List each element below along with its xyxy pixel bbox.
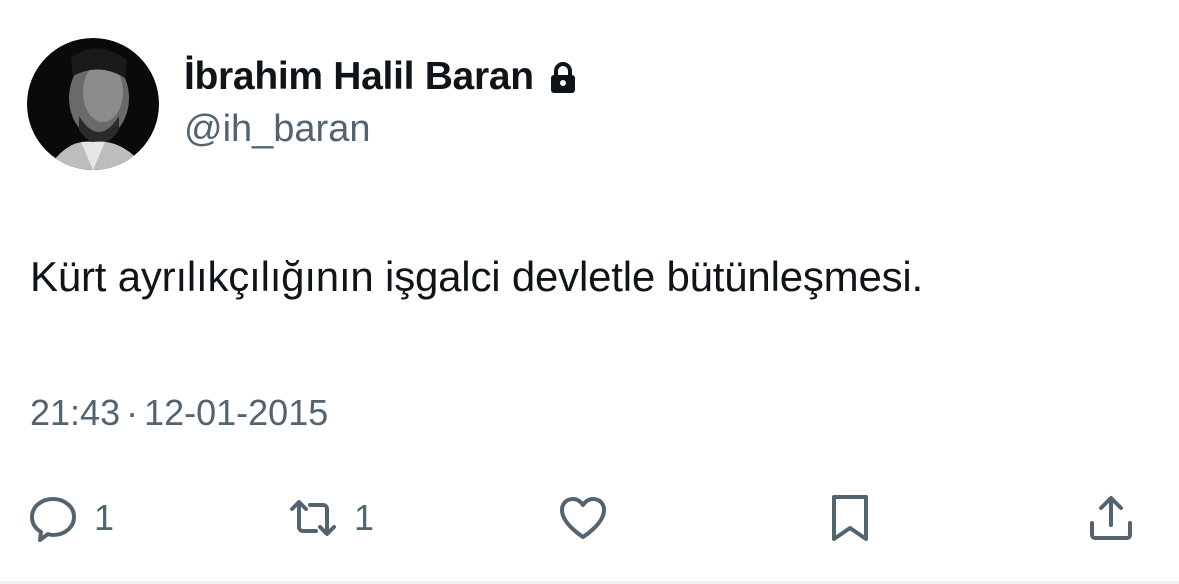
like-button[interactable] bbox=[556, 488, 610, 548]
avatar[interactable] bbox=[27, 38, 159, 170]
retweet-button[interactable]: 1 bbox=[286, 488, 374, 548]
retweet-icon bbox=[286, 491, 340, 545]
action-bar: 1 1 bbox=[0, 480, 1179, 552]
reply-count: 1 bbox=[94, 497, 115, 538]
reply-button[interactable]: 1 bbox=[26, 488, 114, 548]
bookmark-icon bbox=[823, 491, 877, 545]
tweet-time: 21:43 bbox=[30, 392, 121, 433]
author-handle[interactable]: @ih_baran bbox=[184, 108, 370, 151]
retweet-count: 1 bbox=[354, 497, 375, 538]
author-name-row: İbrahim Halil Baran bbox=[184, 53, 578, 101]
avatar-photo bbox=[27, 38, 159, 170]
reply-icon bbox=[26, 491, 80, 545]
heart-icon bbox=[556, 491, 610, 545]
lock-icon bbox=[548, 61, 578, 95]
tweet-timestamp[interactable]: 21:43 · 12-01-2015 bbox=[30, 392, 328, 434]
share-button[interactable] bbox=[1084, 488, 1138, 548]
share-icon bbox=[1084, 491, 1138, 545]
tweet-date: 12-01-2015 bbox=[144, 392, 329, 433]
bookmark-button[interactable] bbox=[823, 488, 877, 548]
display-name[interactable]: İbrahim Halil Baran bbox=[184, 55, 534, 99]
tweet-text: Kürt ayrılıkçılığının işgalci devletle b… bbox=[30, 253, 924, 300]
meta-separator: · bbox=[126, 392, 139, 433]
